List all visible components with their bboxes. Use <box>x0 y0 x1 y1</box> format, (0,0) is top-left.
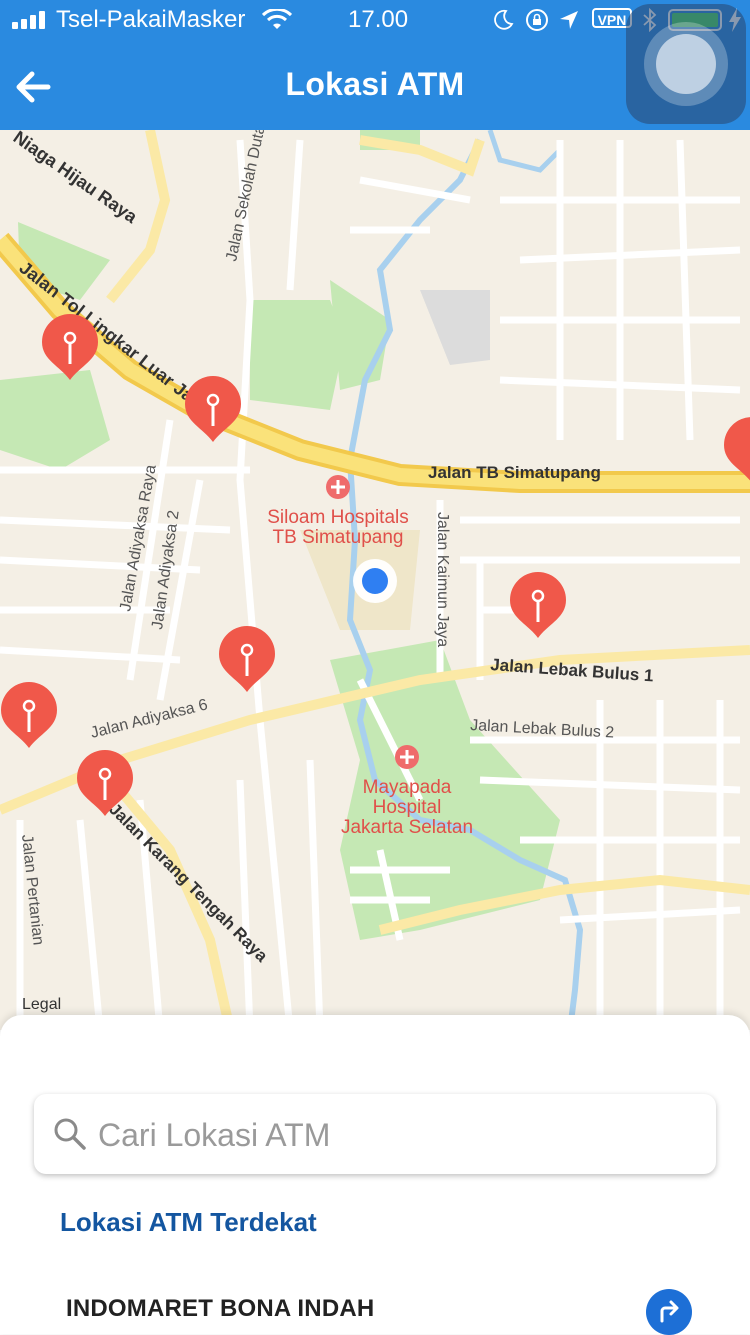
road-label: Niaga Hijau Raya <box>10 130 142 228</box>
atm-pin[interactable] <box>219 626 275 692</box>
poi-label: Siloam Hospitals <box>267 507 409 528</box>
map-canvas[interactable]: Niaga Hijau Raya Jalan Tol Lingkar Luar … <box>0 130 750 1030</box>
poi-label: Mayapada <box>363 777 452 798</box>
search-input[interactable] <box>96 1108 700 1162</box>
road-label: Jalan Kaimun Jaya <box>434 512 451 647</box>
hospital-icon <box>326 475 350 499</box>
legal-link[interactable]: Legal <box>22 996 61 1014</box>
search-bar[interactable] <box>34 1094 716 1174</box>
atm-pin[interactable] <box>1 682 57 748</box>
signal-icon <box>12 11 45 29</box>
map-view[interactable]: Niaga Hijau Raya Jalan Tol Lingkar Luar … <box>0 130 750 1030</box>
wifi-icon <box>262 9 292 29</box>
atm-pin[interactable] <box>510 572 566 638</box>
moon-icon <box>494 9 514 30</box>
user-location-dot <box>353 559 397 603</box>
carrier-name: Tsel-PakaiMasker <box>56 6 246 33</box>
search-icon <box>54 1118 86 1150</box>
poi-label: TB Simatupang <box>273 527 404 548</box>
clock: 17.00 <box>348 6 409 33</box>
bottom-sheet: Lokasi ATM Terdekat INDOMARET BONA INDAH <box>0 1015 750 1335</box>
directions-icon <box>660 1300 679 1323</box>
directions-button[interactable] <box>646 1289 692 1335</box>
hospital-icon <box>395 745 419 769</box>
atm-list-item[interactable]: INDOMARET BONA INDAH <box>66 1295 374 1323</box>
assistive-touch-button[interactable] <box>626 4 746 124</box>
road-label: Jalan TB Simatupang <box>428 463 601 482</box>
rotation-lock-icon <box>526 9 548 31</box>
section-title: Lokasi ATM Terdekat <box>60 1207 317 1237</box>
poi-label: Hospital <box>373 797 442 818</box>
location-arrow-icon <box>560 11 578 29</box>
poi-label: Jakarta Selatan <box>341 817 473 838</box>
